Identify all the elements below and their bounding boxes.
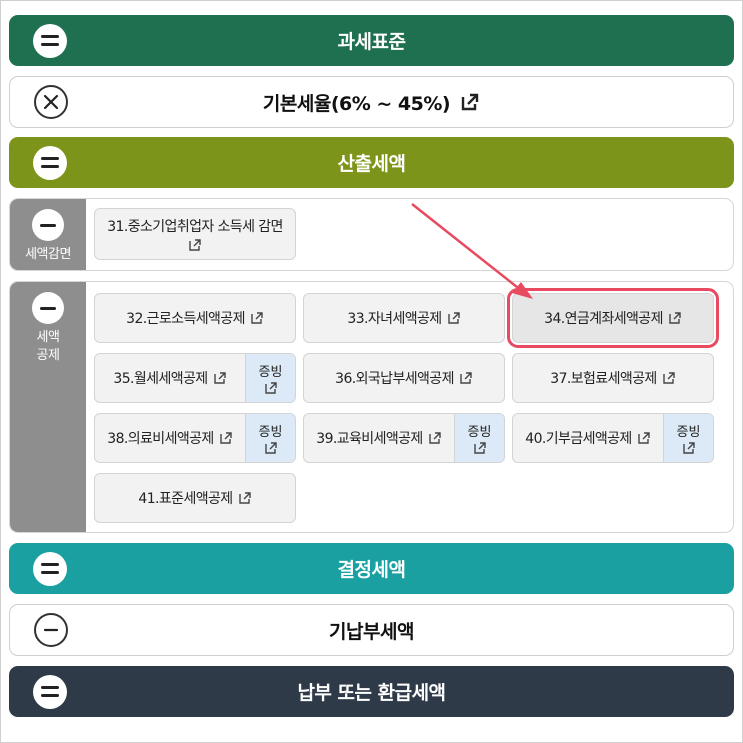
minus-circle-icon[interactable]	[34, 613, 68, 647]
side-label: 세액감면	[25, 247, 71, 262]
item-button-31[interactable]: 31.중소기업취업자 소득세 감면	[94, 208, 296, 260]
item-button-39[interactable]: 39.교육비세액공제 증빙	[303, 413, 505, 463]
item-label: 35.월세세액공제	[113, 371, 208, 387]
evidence-button[interactable]: 증빙	[245, 354, 295, 402]
section-title: 과세표준	[337, 31, 406, 53]
item-button-33[interactable]: 33.자녀세액공제	[303, 293, 505, 343]
collapse-icon[interactable]	[33, 145, 67, 180]
external-link-icon[interactable]	[447, 311, 461, 325]
tax-credit-section: 세액 공제 32.근로소득세액공제 33.자녀세액공제 34.연금계좌세액공제 3…	[9, 281, 734, 533]
external-link-icon[interactable]	[460, 92, 480, 112]
section-bar-basic-rate[interactable]: 기본세율(6% ~ 45%)	[9, 76, 734, 128]
item-label: 38.의료비세액공제	[107, 431, 214, 447]
section-title: 결정세액	[337, 559, 406, 581]
external-link-icon[interactable]	[459, 371, 473, 385]
external-link-icon[interactable]	[662, 371, 676, 385]
item-label: 39.교육비세액공제	[316, 431, 423, 447]
section-bar-prepaid-tax[interactable]: 기납부세액	[9, 604, 734, 656]
item-button-41[interactable]: 41.표준세액공제	[94, 473, 296, 523]
item-label: 37.보험료세액공제	[550, 371, 657, 387]
external-link-icon[interactable]	[428, 431, 442, 445]
minus-icon[interactable]	[32, 209, 64, 241]
external-link-icon	[682, 442, 695, 454]
item-button-36[interactable]: 36.외국납부세액공제	[303, 353, 505, 403]
item-label: 32.근로소득세액공제	[126, 311, 245, 327]
collapse-icon[interactable]	[33, 23, 67, 58]
external-link-icon[interactable]	[250, 311, 264, 325]
collapse-icon[interactable]	[33, 674, 67, 709]
external-link-icon[interactable]	[668, 311, 682, 325]
section-side-label: 세액감면	[10, 199, 86, 270]
item-label: 34.연금계좌세액공제	[544, 311, 663, 327]
external-link-icon[interactable]	[188, 238, 202, 252]
item-label: 36.외국납부세액공제	[335, 371, 454, 387]
section-title: 산출세액	[337, 153, 406, 175]
external-link-icon	[473, 442, 486, 454]
section-bar-tax-base[interactable]: 과세표준	[9, 15, 734, 66]
section-bar-determined-tax[interactable]: 결정세액	[9, 543, 734, 594]
section-bar-payment-refund[interactable]: 납부 또는 환급세액	[9, 666, 734, 717]
item-button-40[interactable]: 40.기부금세액공제 증빙	[512, 413, 714, 463]
item-label: 41.표준세액공제	[138, 491, 233, 507]
item-label: 40.기부금세액공제	[525, 431, 632, 447]
external-link-icon	[264, 442, 277, 454]
evidence-button[interactable]: 증빙	[245, 414, 295, 462]
item-button-37[interactable]: 37.보험료세액공제	[512, 353, 714, 403]
evidence-button[interactable]: 증빙	[663, 414, 713, 462]
side-label: 세액 공제	[36, 330, 60, 363]
external-link-icon[interactable]	[213, 371, 227, 385]
section-title: 기본세율(6% ~ 45%)	[262, 92, 451, 115]
item-button-32[interactable]: 32.근로소득세액공제	[94, 293, 296, 343]
item-label: 33.자녀세액공제	[347, 311, 442, 327]
close-icon[interactable]	[34, 85, 68, 119]
item-button-34-highlighted[interactable]: 34.연금계좌세액공제	[507, 288, 719, 348]
item-label: 31.중소기업취업자 소득세 감면	[107, 219, 283, 235]
evidence-button[interactable]: 증빙	[454, 414, 504, 462]
external-link-icon[interactable]	[219, 431, 233, 445]
section-title: 기납부세액	[329, 620, 414, 643]
section-title: 납부 또는 환급세액	[297, 682, 446, 704]
collapse-icon[interactable]	[33, 551, 67, 586]
external-link-icon	[264, 382, 277, 394]
item-button-35[interactable]: 35.월세세액공제 증빙	[94, 353, 296, 403]
section-bar-calculated-tax[interactable]: 산출세액	[9, 137, 734, 188]
section-side-label: 세액 공제	[10, 282, 86, 532]
tax-reduction-section: 세액감면 31.중소기업취업자 소득세 감면	[9, 198, 734, 271]
external-link-icon[interactable]	[637, 431, 651, 445]
minus-icon[interactable]	[32, 292, 64, 324]
item-button-38[interactable]: 38.의료비세액공제 증빙	[94, 413, 296, 463]
external-link-icon[interactable]	[238, 491, 252, 505]
